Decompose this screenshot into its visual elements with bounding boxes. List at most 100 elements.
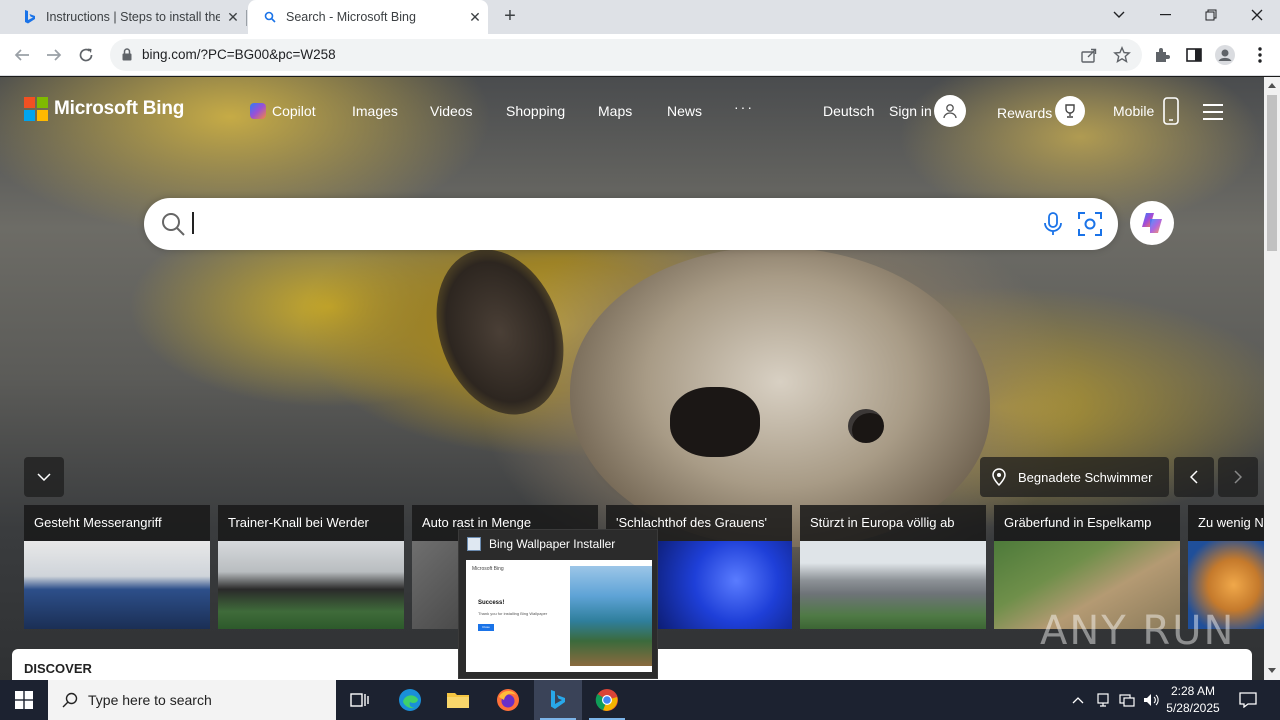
copilot-icon: [250, 103, 266, 119]
volume-icon[interactable]: [1141, 680, 1161, 720]
visual-search-icon[interactable]: [1076, 210, 1104, 243]
profile-avatar-icon[interactable]: [1215, 45, 1235, 65]
microphone-icon[interactable]: [1042, 211, 1064, 242]
microsoft-logo-icon: [24, 97, 48, 121]
chevron-down-icon: [37, 473, 51, 481]
taskbar-bing-wallpaper[interactable]: [534, 680, 582, 720]
taskbar-file-explorer[interactable]: [434, 680, 482, 720]
preview-heading: Success!: [478, 600, 505, 606]
image-location-label: Begnadete Schwimmer: [1018, 469, 1153, 485]
tab-strip: Instructions | Steps to install the ✕ Se…: [0, 0, 1280, 34]
chrome-menu-icon[interactable]: [1250, 45, 1270, 65]
bookmark-star-icon[interactable]: [1113, 46, 1131, 64]
tab-search-chevron-icon[interactable]: [1096, 0, 1142, 30]
text-cursor: [192, 212, 194, 234]
background-image: [848, 409, 884, 443]
taskbar-edge[interactable]: [386, 680, 434, 720]
nav-news[interactable]: News: [667, 103, 702, 119]
news-headline: Gesteht Messerangriff: [34, 515, 162, 530]
user-avatar-icon[interactable]: [934, 95, 966, 127]
extensions-icon[interactable]: [1152, 45, 1172, 65]
tab-title: Instructions | Steps to install the: [46, 10, 220, 24]
chevron-right-icon: [1234, 470, 1242, 484]
edge-icon: [399, 689, 421, 711]
language-link[interactable]: Deutsch: [823, 103, 874, 119]
close-tab-icon[interactable]: ✕: [220, 9, 246, 26]
preview-wallpaper-image: [570, 566, 652, 666]
close-tab-icon[interactable]: ✕: [462, 9, 488, 26]
next-image-button[interactable]: [1218, 457, 1258, 497]
news-card[interactable]: Stürzt in Europa völlig ab: [800, 505, 986, 629]
background-image: [570, 247, 990, 547]
search-input[interactable]: [144, 198, 1118, 250]
preview-text: Thank you for installing Bing Wallpaper: [478, 611, 548, 616]
taskbar-thumbnail-popup[interactable]: Bing Wallpaper Installer Microsoft Bing …: [458, 529, 658, 679]
page-scrollbar[interactable]: [1264, 77, 1280, 680]
installer-app-icon: [467, 537, 481, 551]
minimize-button[interactable]: [1142, 0, 1188, 30]
phone-icon[interactable]: [1163, 97, 1179, 130]
previous-image-button[interactable]: [1174, 457, 1214, 497]
window-preview[interactable]: Microsoft Bing Success! Thank you for in…: [466, 560, 652, 672]
background-image: [670, 387, 760, 457]
popup-title: Bing Wallpaper Installer: [489, 537, 616, 551]
nav-copilot[interactable]: Copilot: [250, 103, 316, 119]
network-icon[interactable]: [1116, 680, 1138, 720]
nav-more[interactable]: ···: [734, 99, 754, 115]
lock-icon[interactable]: [122, 48, 132, 66]
sign-in-link[interactable]: Sign in: [889, 103, 932, 119]
discover-heading: DISCOVER: [24, 661, 92, 676]
news-headline: Gräberfund in Espelkamp: [1004, 515, 1152, 530]
mobile-link[interactable]: Mobile: [1113, 103, 1154, 119]
news-card[interactable]: Gesteht Messerangriff: [24, 505, 210, 629]
side-panel-icon[interactable]: [1184, 45, 1204, 65]
news-headline: Zu wenig N: [1198, 515, 1264, 530]
restore-button[interactable]: [1188, 0, 1234, 30]
start-button[interactable]: [0, 680, 48, 720]
trophy-icon[interactable]: [1055, 96, 1085, 126]
forward-button[interactable]: [42, 43, 66, 67]
url-text[interactable]: bing.com/?PC=BG00&pc=W258: [142, 47, 336, 62]
scroll-up-arrow-icon[interactable]: [1268, 83, 1276, 88]
copilot-button[interactable]: [1130, 201, 1174, 245]
close-window-button[interactable]: [1234, 0, 1280, 30]
back-button[interactable]: [10, 43, 34, 67]
new-tab-button[interactable]: +: [498, 5, 522, 29]
nav-maps[interactable]: Maps: [598, 103, 632, 119]
tray-device-icon[interactable]: [1093, 680, 1113, 720]
notification-center-button[interactable]: [1234, 680, 1262, 720]
scroll-down-arrow-icon[interactable]: [1268, 668, 1276, 673]
tab-bing-search[interactable]: Search - Microsoft Bing ✕: [248, 0, 488, 34]
nav-videos[interactable]: Videos: [430, 103, 473, 119]
bing-logo[interactable]: Microsoft Bing: [24, 97, 184, 121]
address-bar[interactable]: bing.com/?PC=BG00&pc=W258: [110, 39, 1142, 71]
scrollbar-thumb[interactable]: [1267, 95, 1277, 251]
nav-shopping[interactable]: Shopping: [506, 103, 565, 119]
rewards-link[interactable]: Rewards: [997, 105, 1052, 121]
share-icon[interactable]: [1080, 46, 1098, 64]
taskbar-search-box[interactable]: Type here to search: [48, 680, 336, 720]
search-icon[interactable]: [160, 211, 186, 242]
task-view-button[interactable]: [336, 680, 384, 720]
taskbar-firefox[interactable]: [484, 680, 532, 720]
show-hidden-icons-button[interactable]: [1068, 680, 1088, 720]
windows-logo-icon: [15, 691, 33, 709]
anyrun-watermark: ANY RUN: [1040, 608, 1236, 654]
chevron-left-icon: [1190, 470, 1198, 484]
tab-instructions[interactable]: Instructions | Steps to install the ✕: [8, 0, 246, 34]
news-card[interactable]: Trainer-Knall bei Werder: [218, 505, 404, 629]
system-clock[interactable]: 2:28 AM 5/28/2025: [1160, 683, 1226, 717]
news-headline: 'Schlachthof des Grauens': [616, 515, 767, 530]
background-image: [414, 231, 586, 433]
image-info-button[interactable]: Begnadete Schwimmer: [980, 457, 1169, 497]
taskbar-chrome[interactable]: [583, 680, 631, 720]
clock-date: 5/28/2025: [1166, 701, 1220, 715]
reload-button[interactable]: [74, 43, 98, 67]
chevron-up-icon: [1072, 697, 1084, 704]
hamburger-menu-icon[interactable]: [1203, 104, 1223, 125]
tab-title: Search - Microsoft Bing: [286, 10, 416, 24]
collapse-feed-button[interactable]: [24, 457, 64, 497]
nav-images[interactable]: Images: [352, 103, 398, 119]
bing-icon: [551, 690, 565, 709]
news-headline: Auto rast in Menge: [422, 515, 532, 530]
